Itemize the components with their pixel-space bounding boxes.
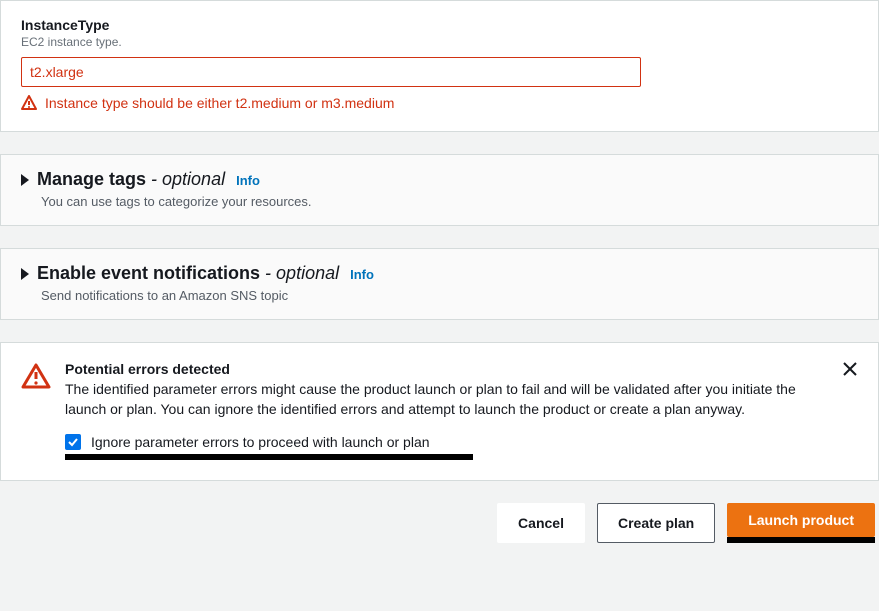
manage-tags-info-link[interactable]: Info bbox=[236, 173, 260, 188]
manage-tags-toggle[interactable]: Manage tags - optional Info bbox=[21, 169, 858, 190]
event-notifications-panel: Enable event notifications - optional In… bbox=[0, 248, 879, 320]
event-notifications-title: Enable event notifications bbox=[37, 263, 260, 283]
event-notifications-info-link[interactable]: Info bbox=[350, 267, 374, 282]
optional-label: - optional bbox=[146, 169, 225, 189]
alert-message: The identified parameter errors might ca… bbox=[65, 379, 818, 420]
redaction-bar bbox=[65, 454, 473, 460]
manage-tags-description: You can use tags to categorize your reso… bbox=[41, 194, 858, 209]
instance-type-description: EC2 instance type. bbox=[21, 35, 858, 49]
instance-type-panel: InstanceType EC2 instance type. Instance… bbox=[0, 0, 879, 132]
optional-label: - optional bbox=[260, 263, 339, 283]
instance-type-error-text: Instance type should be either t2.medium… bbox=[45, 95, 394, 111]
instance-type-error: Instance type should be either t2.medium… bbox=[21, 95, 858, 111]
warning-icon bbox=[21, 95, 37, 111]
ignore-errors-checkbox[interactable] bbox=[65, 434, 81, 450]
alert-warning-icon bbox=[21, 363, 51, 389]
alert-title: Potential errors detected bbox=[65, 361, 818, 377]
launch-product-button[interactable]: Launch product bbox=[727, 503, 875, 537]
instance-type-input[interactable] bbox=[21, 57, 641, 87]
potential-errors-alert: Potential errors detected The identified… bbox=[0, 342, 879, 481]
caret-right-icon bbox=[21, 174, 29, 186]
ignore-errors-label: Ignore parameter errors to proceed with … bbox=[91, 434, 430, 450]
cancel-button[interactable]: Cancel bbox=[497, 503, 585, 543]
redaction-bar bbox=[727, 537, 875, 543]
event-notifications-toggle[interactable]: Enable event notifications - optional In… bbox=[21, 263, 858, 284]
close-icon[interactable] bbox=[842, 361, 858, 377]
event-notifications-description: Send notifications to an Amazon SNS topi… bbox=[41, 288, 858, 303]
manage-tags-title: Manage tags bbox=[37, 169, 146, 189]
caret-right-icon bbox=[21, 268, 29, 280]
manage-tags-panel: Manage tags - optional Info You can use … bbox=[0, 154, 879, 226]
action-button-row: Cancel Create plan Launch product bbox=[0, 503, 879, 551]
instance-type-label: InstanceType bbox=[21, 17, 858, 33]
create-plan-button[interactable]: Create plan bbox=[597, 503, 715, 543]
